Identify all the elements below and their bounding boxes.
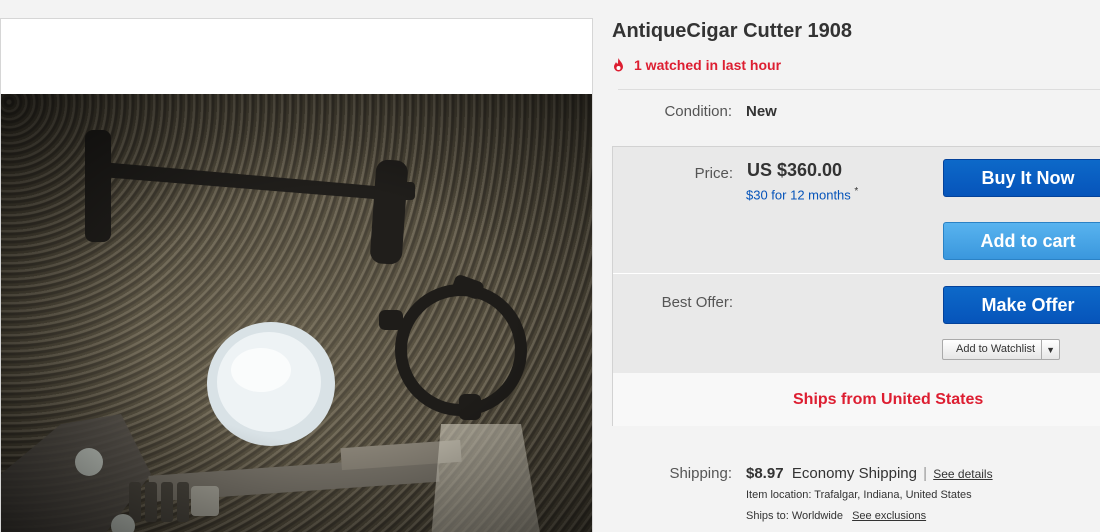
image-header-strip: [1, 19, 592, 94]
item-page: AntiqueCigar Cutter 1908 1 watched in la…: [0, 0, 1100, 532]
watch-text: 1 watched in last hour: [634, 57, 782, 73]
condition-label: Condition:: [664, 103, 732, 120]
price-value: US $360.00: [747, 160, 843, 180]
make-offer-button[interactable]: Make Offer: [943, 286, 1100, 324]
shipping-cost: $8.97: [746, 465, 784, 482]
add-to-watchlist-button[interactable]: Add to Watchlist ▼: [942, 339, 1061, 360]
flame-icon: [614, 57, 623, 71]
photo-vignette: [1, 94, 592, 532]
financing-footnote-mark: *: [854, 186, 859, 197]
shipping-method: Economy Shipping: [791, 465, 917, 482]
buy-it-now-button[interactable]: Buy It Now: [943, 159, 1100, 197]
item-photo[interactable]: [1, 94, 592, 532]
add-to-cart-button[interactable]: Add to cart: [943, 222, 1100, 260]
watch-indicator: 1 watched in last hour: [612, 57, 781, 73]
ships-to-row: Ships to: Worldwide See exclusions: [746, 510, 926, 522]
item-location-row: Item location: Trafalgar, Indiana, Unite…: [746, 489, 972, 501]
ships-from-text: Ships from United States: [793, 391, 984, 408]
item-image-panel: [0, 18, 593, 532]
shipping-summary: $8.97 Economy Shipping | See details: [746, 465, 993, 482]
financing-text[interactable]: $30 for 12 months: [746, 187, 851, 202]
chevron-down-icon[interactable]: ▼: [1041, 340, 1059, 359]
financing-link[interactable]: $30 for 12 months *: [746, 186, 858, 202]
shipping-label: Shipping:: [669, 465, 732, 482]
item-location-label: Item location:: [746, 489, 812, 501]
see-exclusions-link[interactable]: See exclusions: [852, 510, 926, 522]
condition-value: New: [746, 103, 777, 120]
price-label: Price:: [694, 165, 733, 182]
item-location-value: Trafalgar, Indiana, United States: [814, 489, 972, 501]
shipping-separator: |: [923, 465, 928, 482]
buy-box: Price: US $360.00 $30 for 12 months * Bu…: [612, 146, 1100, 426]
ships-to-label: Ships to:: [746, 510, 789, 522]
see-details-link[interactable]: See details: [933, 467, 992, 481]
best-offer-label: Best Offer:: [661, 294, 733, 311]
item-title: AntiqueCigar Cutter 1908: [612, 20, 853, 42]
add-to-watchlist-label[interactable]: Add to Watchlist: [943, 340, 1041, 359]
ships-to-value: Worldwide: [791, 510, 844, 522]
buy-box-divider: [613, 273, 1100, 274]
title-divider: [618, 89, 1100, 90]
